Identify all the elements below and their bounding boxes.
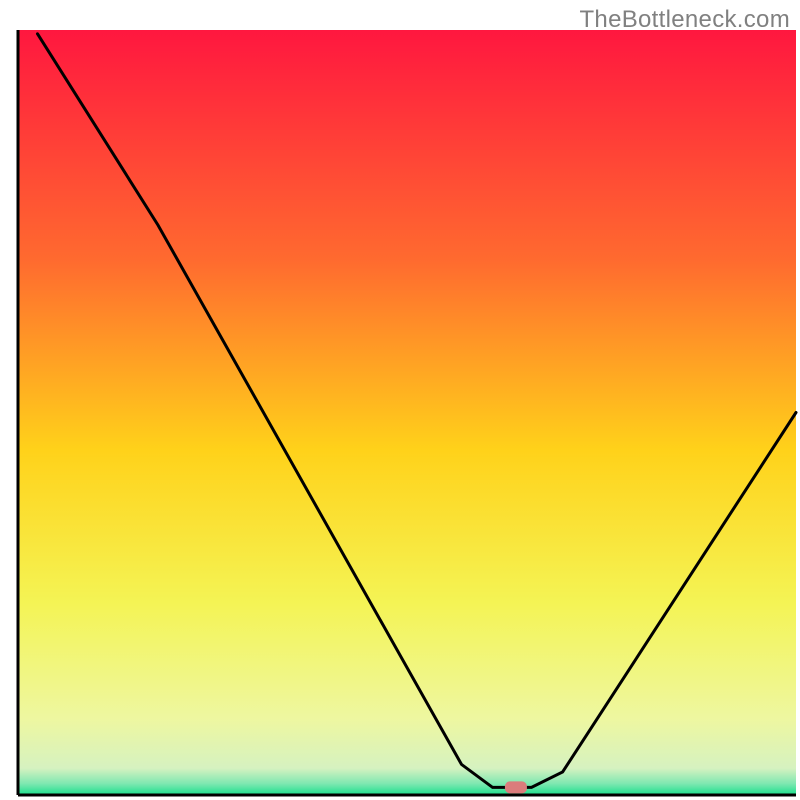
operating-point-marker xyxy=(505,781,527,793)
watermark-text: TheBottleneck.com xyxy=(579,6,790,34)
bottleneck-chart: TheBottleneck.com xyxy=(0,0,800,800)
chart-svg xyxy=(0,0,800,800)
chart-background xyxy=(18,30,796,795)
